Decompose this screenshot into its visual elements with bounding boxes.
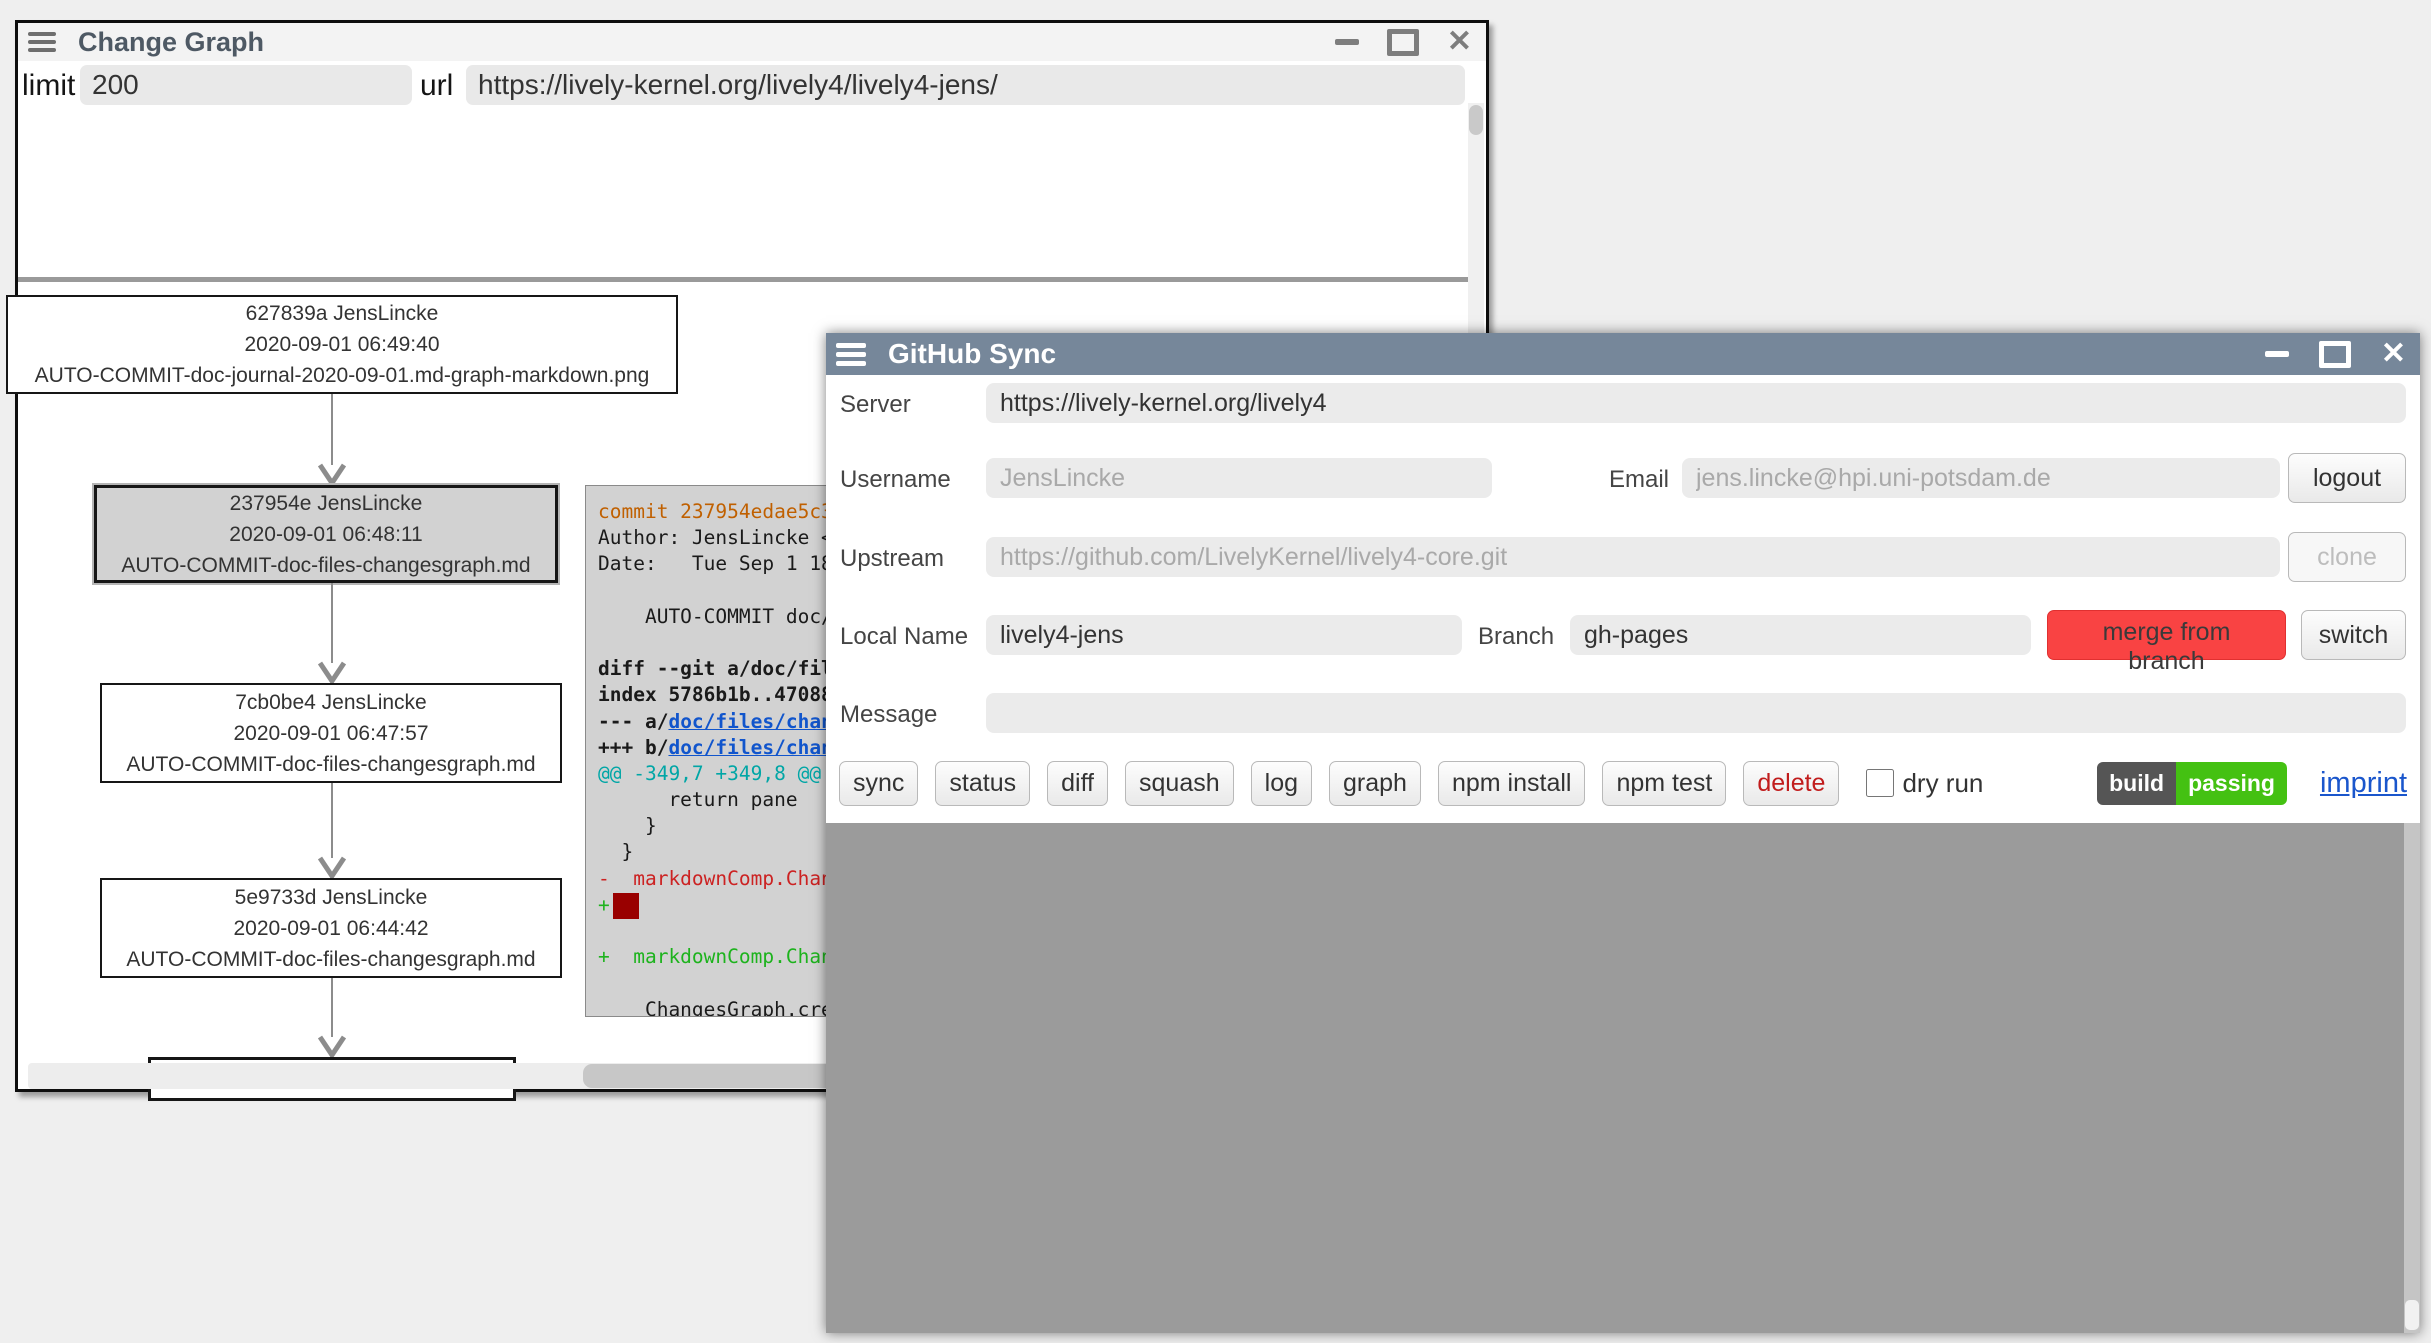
url-input[interactable] (466, 65, 1465, 105)
diff-context-line: } (598, 814, 657, 837)
commit-node-date: 2020-09-01 06:49:40 (245, 329, 440, 360)
delete-button[interactable]: delete (1743, 761, 1839, 806)
local-name-input[interactable] (986, 615, 1462, 655)
switch-button[interactable]: switch (2301, 610, 2406, 660)
diff-red-block (613, 893, 639, 919)
diff-added-line: + markdownComp.Chan (598, 945, 833, 968)
message-input[interactable] (986, 693, 2406, 733)
diff-commit-line: commit 237954edae5c3 (598, 500, 833, 523)
diff-author-line: Author: JensLincke < (598, 526, 833, 549)
upstream-input[interactable] (986, 537, 2280, 577)
arrow-down-icon (317, 856, 347, 878)
url-label: url (420, 69, 453, 103)
content-vertical-scrollbar[interactable] (2404, 823, 2420, 1333)
local-name-label: Local Name (840, 623, 968, 651)
graph-arrow (317, 978, 347, 1057)
limit-label: limit (22, 69, 75, 103)
commit-node-date: 2020-09-01 06:48:11 (229, 519, 422, 550)
github-sync-toolbar: sync status diff squash log graph npm in… (839, 757, 2407, 809)
sync-button[interactable]: sync (839, 761, 918, 806)
diff-old-file-prefix: --- a/ (598, 710, 668, 733)
commit-node-title: 7cb0be4 JensLincke (235, 687, 426, 718)
diff-removed-line: - markdownComp.Chan (598, 867, 833, 890)
npm-test-button[interactable]: npm test (1602, 761, 1726, 806)
merge-from-branch-button[interactable]: merge from branch (2047, 610, 2286, 660)
commit-node-title: 5e9733d JensLincke (235, 882, 428, 913)
change-graph-titlebar: Change Graph ✕ (18, 23, 1486, 61)
diff-old-file-link[interactable]: doc/files/chan (668, 710, 832, 733)
arrow-down-icon (317, 1035, 347, 1057)
username-label: Username (840, 466, 951, 494)
npm-install-button[interactable]: npm install (1438, 761, 1586, 806)
close-icon[interactable]: ✕ (2381, 339, 2406, 369)
badge-build-label: build (2097, 762, 2176, 805)
email-input[interactable] (1682, 458, 2280, 498)
minimize-icon[interactable] (2265, 351, 2289, 357)
diff-context-line: return pane (598, 788, 798, 811)
dry-run-label: dry run (1902, 768, 1983, 799)
menu-icon[interactable] (28, 32, 56, 52)
branch-label: Branch (1478, 623, 1554, 651)
window-title: Change Graph (78, 27, 264, 58)
diff-new-file-link[interactable]: doc/files/chan (668, 736, 832, 759)
commit-node-message: AUTO-COMMIT-doc-files-changesgraph.md (126, 944, 535, 975)
github-sync-window: GitHub Sync ✕ Server Username Email logo… (826, 333, 2420, 1333)
logout-button[interactable]: logout (2288, 453, 2406, 503)
log-button[interactable]: log (1251, 761, 1312, 806)
commit-node-date: 2020-09-01 06:44:42 (234, 913, 429, 944)
close-icon[interactable]: ✕ (1447, 27, 1472, 57)
github-sync-titlebar: GitHub Sync ✕ (826, 333, 2420, 375)
squash-button[interactable]: squash (1125, 761, 1234, 806)
maximize-icon[interactable] (1387, 29, 1419, 56)
username-input[interactable] (986, 458, 1492, 498)
imprint-link[interactable]: imprint (2320, 767, 2407, 800)
content-vertical-scrollbar-thumb[interactable] (2405, 1300, 2419, 1330)
minimize-icon[interactable] (1335, 39, 1359, 45)
graph-arrow (317, 394, 347, 485)
commit-node-message: AUTO-COMMIT-doc-files-changesgraph.md (126, 749, 535, 780)
commit-node[interactable]: 7cb0be4 JensLincke 2020-09-01 06:47:57 A… (100, 683, 562, 783)
clone-button[interactable]: clone (2288, 532, 2406, 582)
build-status-badge: build passing (2097, 762, 2287, 805)
badge-passing-label: passing (2176, 762, 2287, 805)
pane-divider (18, 277, 1468, 282)
commit-node[interactable]: 5e9733d JensLincke 2020-09-01 06:44:42 A… (100, 878, 562, 978)
message-label: Message (840, 701, 937, 729)
diff-button[interactable]: diff (1047, 761, 1108, 806)
commit-node-selected[interactable]: 237954e JensLincke 2020-09-01 06:48:11 A… (94, 485, 558, 583)
commit-node-title: 237954e JensLincke (230, 488, 423, 519)
diff-added-marker: + (598, 893, 610, 916)
commit-node-title: 627839a JensLincke (246, 298, 439, 329)
diff-hunk-line: @@ -349,7 +349,8 @@ (598, 762, 821, 785)
diff-index-line: index 5786b1b..47088 (598, 683, 833, 706)
diff-new-file-prefix: +++ b/ (598, 736, 668, 759)
window-title: GitHub Sync (888, 338, 1056, 370)
maximize-icon[interactable] (2319, 341, 2351, 368)
server-input[interactable] (986, 383, 2406, 423)
diff-context-line: ChangesGraph.crea (598, 998, 845, 1017)
diff-context-line: } (598, 840, 633, 863)
commit-node-message: AUTO-COMMIT-doc-files-changesgraph.md (121, 550, 530, 581)
arrow-down-icon (317, 463, 347, 485)
dry-run-checkbox[interactable] (1866, 769, 1894, 797)
menu-icon[interactable] (836, 343, 866, 366)
diff-date-line: Date: Tue Sep 1 18 (598, 552, 833, 575)
status-button[interactable]: status (935, 761, 1030, 806)
vertical-scrollbar-thumb[interactable] (1469, 105, 1483, 135)
limit-input[interactable] (80, 65, 412, 105)
arrow-down-icon (317, 661, 347, 683)
commit-node-message: AUTO-COMMIT-doc-journal-2020-09-01.md-gr… (35, 360, 650, 391)
commit-node-date: 2020-09-01 06:47:57 (234, 718, 429, 749)
graph-arrow (317, 583, 347, 683)
email-label: Email (1609, 466, 1669, 494)
graph-button[interactable]: graph (1329, 761, 1421, 806)
graph-arrow (317, 783, 347, 878)
diff-message-line: AUTO-COMMIT doc/ (598, 605, 833, 628)
commit-node[interactable]: 627839a JensLincke 2020-09-01 06:49:40 A… (6, 295, 678, 394)
upstream-label: Upstream (840, 545, 944, 573)
diff-git-line: diff --git a/doc/fil (598, 657, 833, 680)
branch-input[interactable] (1570, 615, 2031, 655)
server-label: Server (840, 391, 911, 419)
github-sync-content-area (826, 823, 2420, 1333)
